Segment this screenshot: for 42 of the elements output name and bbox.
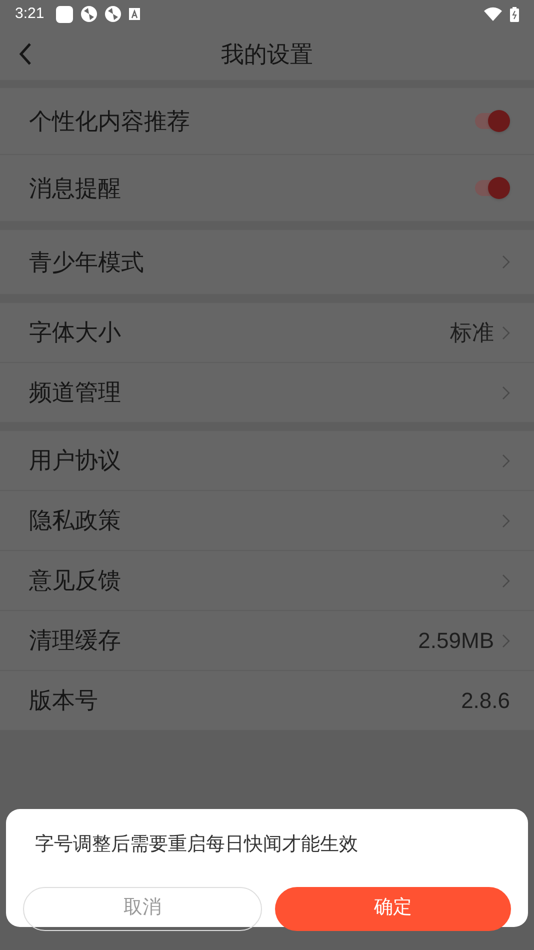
row-value: 标准 <box>450 319 494 347</box>
settings-row[interactable]: 字体大小 标准 <box>0 303 534 363</box>
row-label: 清理缓存 <box>29 626 122 656</box>
row-label: 用户协议 <box>29 446 122 476</box>
row-label: 意见反馈 <box>29 566 122 596</box>
row-label: 频道管理 <box>29 378 122 408</box>
keyboard-icon <box>129 8 140 20</box>
chevron-right-icon <box>502 326 510 340</box>
settings-row[interactable]: 隐私政策 <box>0 491 534 551</box>
settings-row[interactable]: 意见反馈 <box>0 551 534 611</box>
wifi-icon <box>484 7 502 21</box>
row-label: 个性化内容推荐 <box>29 106 191 136</box>
chevron-right-icon <box>502 634 510 648</box>
chevron-right-icon <box>502 255 510 269</box>
chevron-right-icon <box>502 454 510 468</box>
confirm-button[interactable]: 确定 <box>274 886 511 930</box>
battery-icon <box>510 6 519 22</box>
chevron-right-icon <box>502 574 510 588</box>
row-value: 2.8.6 <box>461 687 510 715</box>
row-value: 2.59MB <box>418 627 494 655</box>
row-label: 消息提醒 <box>29 174 122 203</box>
app-icon <box>56 6 74 22</box>
settings-row[interactable]: 青少年模式 <box>0 230 534 295</box>
settings-row[interactable]: 版本号 2.8.6 <box>0 671 534 731</box>
row-label: 版本号 <box>29 686 99 716</box>
chevron-right-icon <box>502 386 510 400</box>
aperture-icon <box>81 6 98 22</box>
settings-row[interactable]: 个性化内容推荐 <box>0 88 534 155</box>
row-label: 字体大小 <box>29 318 122 348</box>
cancel-button[interactable]: 取消 <box>23 886 262 930</box>
back-icon[interactable] <box>18 42 32 66</box>
dialog-message: 字号调整后需要重启每日快闻才能生效 <box>34 833 359 857</box>
page-title: 我的设置 <box>221 40 313 69</box>
chevron-right-icon <box>502 514 510 528</box>
settings-row[interactable]: 用户协议 <box>0 431 534 491</box>
row-label: 青少年模式 <box>29 248 145 277</box>
settings-row[interactable]: 频道管理 <box>0 363 534 423</box>
settings-row[interactable]: 清理缓存 2.59MB <box>0 611 534 671</box>
status-time: 3:21 <box>15 4 44 24</box>
settings-row[interactable]: 消息提醒 <box>0 155 534 222</box>
aperture-icon <box>105 6 122 22</box>
row-label: 隐私政策 <box>29 506 122 536</box>
